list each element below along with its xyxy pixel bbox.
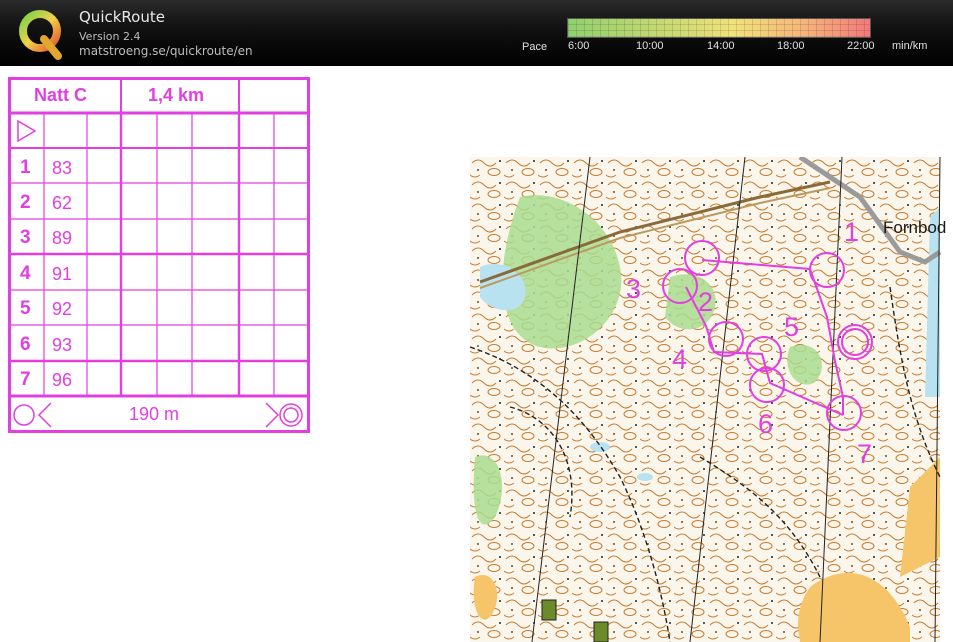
- map-control-label: 1: [844, 217, 860, 247]
- map-control-label: 5: [784, 312, 800, 342]
- control-number: 2: [20, 192, 31, 213]
- control-number: 7: [20, 369, 31, 390]
- control-code: 89: [52, 228, 73, 248]
- pace-color-bar: [567, 18, 871, 38]
- app-title: QuickRoute: [79, 8, 165, 26]
- control-number: 5: [20, 298, 31, 319]
- pace-unit: min/km: [892, 40, 928, 52]
- map-control-label: 7: [857, 439, 873, 469]
- control-number: 1: [20, 157, 31, 178]
- control-number: 4: [20, 263, 31, 284]
- control-number: 3: [20, 227, 31, 248]
- pace-tick: 6:00: [568, 40, 590, 52]
- map-control-label: 2: [698, 287, 714, 317]
- app-version: Version 2.4: [79, 30, 141, 43]
- orienteering-map[interactable]: 1 2 3 4 5 6 7 Fornbod: [470, 157, 947, 642]
- pace-tick: 10:00: [636, 40, 664, 52]
- quickroute-logo: [19, 10, 62, 60]
- course-length: 1,4 km: [148, 85, 205, 105]
- control-code: 96: [52, 370, 73, 390]
- map-control-label: 4: [672, 344, 688, 374]
- app-header: QuickRoute Version 2.4 matstroeng.se/qui…: [0, 0, 953, 66]
- control-number: 6: [20, 334, 31, 355]
- control-code: 62: [52, 193, 73, 213]
- control-code: 91: [52, 264, 73, 284]
- map-control-label: 3: [626, 274, 642, 304]
- app-url[interactable]: matstroeng.se/quickroute/en: [79, 44, 253, 58]
- pace-label: Pace: [522, 41, 548, 53]
- control-description-sheet: Natt C 1,4 km 1 83 2 62 3 89 4 91 5 92 6…: [8, 77, 310, 433]
- pace-tick: 22:00: [847, 40, 875, 52]
- finish-distance: 190 m: [129, 404, 180, 424]
- event-name: Natt C: [34, 85, 87, 105]
- map-control-label: 6: [758, 409, 774, 439]
- control-code: 93: [52, 335, 73, 355]
- pace-tick: 18:00: [777, 40, 805, 52]
- map-drawing: [470, 157, 942, 642]
- control-code: 83: [52, 158, 73, 178]
- map-place-name: Fornbod: [883, 218, 947, 237]
- control-code: 92: [52, 299, 73, 319]
- pace-tick: 14:00: [707, 40, 735, 52]
